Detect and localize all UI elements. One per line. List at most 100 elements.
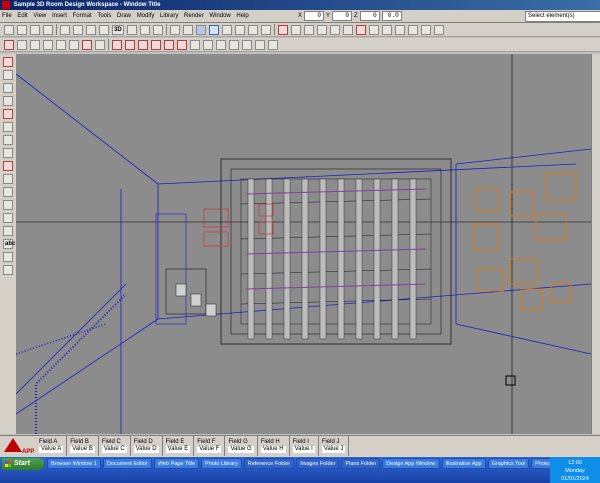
- status-cell[interactable]: Field A Value A: [36, 436, 68, 456]
- light-icon[interactable]: [420, 24, 431, 35]
- beam-tool-icon[interactable]: [3, 148, 13, 158]
- text-abc-icon[interactable]: abc: [3, 239, 15, 249]
- lock-icon[interactable]: [394, 24, 405, 35]
- undo-icon[interactable]: [60, 24, 70, 35]
- print-icon[interactable]: [43, 24, 53, 35]
- status-cell[interactable]: Field D Value D: [131, 436, 163, 456]
- angle-field[interactable]: 0.0: [381, 11, 402, 21]
- status-cell[interactable]: Field C Value C: [99, 436, 131, 456]
- taskbar-item[interactable]: Browser Window 1: [47, 458, 101, 469]
- rotate-icon[interactable]: [203, 39, 213, 50]
- pencil-icon[interactable]: [221, 24, 232, 35]
- stairs-icon[interactable]: [342, 24, 353, 35]
- x-field[interactable]: 0: [304, 11, 325, 21]
- status-cell[interactable]: Field E Value E: [163, 436, 195, 456]
- save-icon[interactable]: [30, 24, 40, 35]
- offset-icon[interactable]: [242, 39, 252, 50]
- paste-icon[interactable]: [381, 24, 392, 35]
- status-cell[interactable]: Field F Value F: [194, 436, 226, 456]
- home-icon[interactable]: [260, 24, 271, 35]
- taskbar-item[interactable]: Photo Library: [201, 458, 242, 469]
- menu-library[interactable]: Library: [158, 10, 180, 22]
- hidden-line-icon[interactable]: [195, 24, 206, 35]
- roof-tool-icon[interactable]: [3, 161, 13, 171]
- menu-window[interactable]: Window: [207, 10, 232, 22]
- status-cell[interactable]: Field J Value J: [319, 436, 350, 456]
- select-tool-icon[interactable]: [3, 57, 13, 67]
- vertical-scrollbar[interactable]: [591, 54, 600, 434]
- snap-center-icon[interactable]: [138, 39, 148, 50]
- floor-tool-icon[interactable]: [3, 109, 13, 119]
- walk-tool-icon[interactable]: [3, 83, 13, 93]
- pan-icon[interactable]: [99, 24, 109, 35]
- appliance-tool-icon[interactable]: [3, 200, 13, 210]
- column-tool-icon[interactable]: [3, 135, 13, 145]
- text-tool-icon[interactable]: [69, 39, 79, 50]
- furniture-tool-icon[interactable]: [3, 174, 13, 184]
- status-cell[interactable]: Field G Value G: [225, 436, 258, 456]
- menu-modify[interactable]: Modify: [135, 10, 157, 22]
- menu-render[interactable]: Render: [182, 10, 206, 22]
- taskbar-item[interactable]: Images Folder: [296, 458, 340, 469]
- taskbar-item[interactable]: Graphics Tool: [487, 458, 530, 469]
- system-tray[interactable]: 12:00 Monday 01/01/2024: [550, 457, 600, 483]
- snap-midpoint-icon[interactable]: [125, 39, 135, 50]
- delete-icon[interactable]: [355, 24, 366, 35]
- grid-icon[interactable]: [152, 24, 163, 35]
- menu-help[interactable]: Help: [234, 10, 250, 22]
- cube-icon[interactable]: [247, 24, 258, 35]
- 3d-view-icon[interactable]: 3D: [112, 24, 124, 35]
- status-cell[interactable]: Field I Value I: [290, 436, 319, 456]
- zoom-window-icon[interactable]: [3, 96, 13, 106]
- taskbar-item[interactable]: Design App Window: [382, 458, 440, 469]
- move-icon[interactable]: [190, 39, 200, 50]
- new-file-icon[interactable]: [4, 24, 14, 35]
- menu-edit[interactable]: Edit: [15, 10, 29, 22]
- orbit-tool-icon[interactable]: [3, 70, 13, 80]
- taskbar-item[interactable]: Plans Folder: [341, 458, 381, 469]
- status-cell[interactable]: Field H Value H: [258, 436, 290, 456]
- mirror-icon[interactable]: [229, 39, 239, 50]
- cabinet-tool-icon[interactable]: [3, 187, 13, 197]
- 3d-viewport[interactable]: [16, 54, 591, 434]
- taskbar-item[interactable]: Illustration App: [441, 458, 486, 469]
- scale-icon[interactable]: [216, 39, 226, 50]
- menu-insert[interactable]: Insert: [50, 10, 69, 22]
- status-cell[interactable]: Field B Value B: [67, 436, 99, 456]
- ceiling-tool-icon[interactable]: [3, 122, 13, 132]
- extend-icon[interactable]: [268, 39, 278, 50]
- render-icon[interactable]: [126, 24, 137, 35]
- arc-tool-icon[interactable]: [56, 39, 66, 50]
- measure-icon[interactable]: [290, 24, 301, 35]
- snap-perpendicular-icon[interactable]: [164, 39, 174, 50]
- dimension-tool-icon[interactable]: [82, 39, 92, 50]
- z-field[interactable]: 0: [359, 11, 380, 21]
- menu-draw[interactable]: Draw: [115, 10, 133, 22]
- label-tool-icon[interactable]: [3, 226, 13, 236]
- section-tool-icon[interactable]: [3, 252, 13, 262]
- open-file-icon[interactable]: [17, 24, 27, 35]
- wall-icon[interactable]: [303, 24, 314, 35]
- menu-file[interactable]: File: [0, 10, 14, 22]
- snap-endpoint-icon[interactable]: [112, 39, 122, 50]
- line-tool-icon[interactable]: [4, 39, 14, 50]
- menu-view[interactable]: View: [31, 10, 48, 22]
- arrow-left-icon[interactable]: [208, 24, 219, 35]
- texture-tool-icon[interactable]: [3, 213, 13, 223]
- redo-icon[interactable]: [73, 24, 83, 35]
- snap-intersection-icon[interactable]: [151, 39, 161, 50]
- snap-nearest-icon[interactable]: [177, 39, 187, 50]
- circle-tool-icon[interactable]: [43, 39, 53, 50]
- trim-icon[interactable]: [255, 39, 265, 50]
- zoom-icon[interactable]: [86, 24, 96, 35]
- taskbar-item[interactable]: Reference Folder: [243, 458, 295, 469]
- shaded-icon[interactable]: [182, 24, 193, 35]
- hatch-tool-icon[interactable]: [95, 39, 105, 50]
- start-button[interactable]: Start: [2, 458, 44, 470]
- rectangle-tool-icon[interactable]: [30, 39, 40, 50]
- taskbar-item[interactable]: Web Page Title: [153, 458, 200, 469]
- eraser-icon[interactable]: [234, 24, 245, 35]
- copy-icon[interactable]: [368, 24, 379, 35]
- polyline-tool-icon[interactable]: [17, 39, 27, 50]
- help-icon[interactable]: [433, 24, 444, 35]
